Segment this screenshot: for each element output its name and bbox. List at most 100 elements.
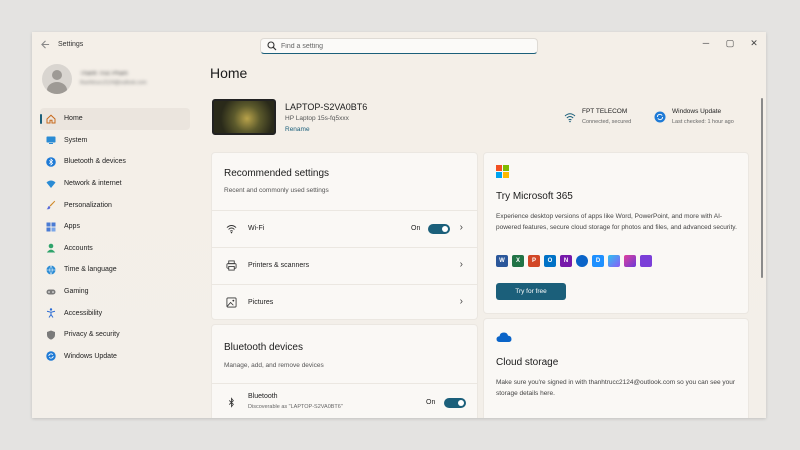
- brush-icon: [46, 200, 56, 210]
- device-wallpaper-thumbnail: [212, 99, 276, 135]
- sidebar-item-privacy[interactable]: Privacy & security: [40, 324, 190, 346]
- row-label: Printers & scanners: [248, 262, 310, 269]
- sidebar-item-gaming[interactable]: Gaming: [40, 281, 190, 303]
- home-icon: [46, 114, 56, 124]
- card-title: Bluetooth devices: [224, 342, 303, 353]
- sidebar-item-apps[interactable]: Apps: [40, 216, 190, 238]
- sidebar-item-time-language[interactable]: Time & language: [40, 259, 190, 281]
- bluetooth-row[interactable]: Bluetooth Discoverable as "LAPTOP-S2VA0B…: [212, 383, 477, 418]
- card-title: Cloud storage: [496, 357, 559, 368]
- pictures-icon: [226, 297, 237, 308]
- pictures-row[interactable]: Pictures ›: [212, 284, 477, 320]
- globe-icon: [46, 265, 56, 275]
- sidebar-item-network[interactable]: Network & internet: [40, 173, 190, 195]
- sidebar-nav: Home System Bluetooth & devices Network …: [40, 108, 192, 367]
- wifi-row[interactable]: Wi-Fi On ›: [212, 210, 477, 246]
- sidebar-item-label: Windows Update: [64, 352, 117, 360]
- defender-icon: D: [592, 255, 604, 267]
- network-name: FPT TELECOM: [582, 108, 628, 115]
- printers-row[interactable]: Printers & scanners ›: [212, 247, 477, 283]
- designer-icon: [624, 255, 636, 267]
- sidebar-item-label: System: [64, 136, 88, 144]
- apps-icon: [46, 222, 56, 232]
- sidebar-item-system[interactable]: System: [40, 130, 190, 152]
- back-arrow-icon: [40, 40, 49, 49]
- wifi-toggle[interactable]: [428, 224, 450, 234]
- bluetooth-icon: [46, 157, 56, 167]
- cloud-storage-card: Cloud storage Make sure you're signed in…: [483, 318, 749, 418]
- scrollbar[interactable]: [761, 98, 763, 278]
- sidebar-item-bluetooth[interactable]: Bluetooth & devices: [40, 151, 190, 173]
- row-label: Wi-Fi: [248, 225, 265, 232]
- minimize-button[interactable]: ─: [696, 36, 716, 50]
- excel-icon: X: [512, 255, 524, 267]
- wifi-icon: [226, 225, 237, 234]
- loop-icon: [640, 255, 652, 267]
- card-subtitle: Manage, add, and remove devices: [224, 362, 324, 369]
- sidebar-item-personalization[interactable]: Personalization: [40, 194, 190, 216]
- sidebar-item-accessibility[interactable]: Accessibility: [40, 302, 190, 324]
- microsoft-365-card: Try Microsoft 365 Experience desktop ver…: [483, 152, 749, 314]
- profile-email: thanhtrucc2124@outlook.com: [80, 80, 147, 86]
- printer-icon: [226, 260, 237, 271]
- gamepad-icon: [46, 289, 56, 295]
- sidebar-item-windows-update[interactable]: Windows Update: [40, 346, 190, 368]
- microsoft-logo-icon: [496, 165, 509, 178]
- device-name: LAPTOP-S2VA0BT6: [285, 102, 368, 112]
- sidebar-item-label: Network & internet: [64, 180, 122, 188]
- row-label: Pictures: [248, 299, 274, 306]
- onedrive-icon: [576, 255, 588, 267]
- sidebar-item-label: Apps: [64, 223, 80, 231]
- back-button[interactable]: [38, 39, 52, 53]
- app-title: Settings: [58, 41, 84, 48]
- try-for-free-button[interactable]: Try for free: [496, 283, 566, 300]
- cloud-description: Make sure you're signed in with thanhtru…: [496, 379, 736, 397]
- accessibility-icon: [46, 308, 56, 318]
- sidebar-item-label: Personalization: [64, 201, 112, 209]
- title-bar: Settings ─ ▢ ✕: [32, 32, 766, 60]
- maximize-button[interactable]: ▢: [720, 36, 740, 50]
- bluetooth-devices-card: Bluetooth devices Manage, add, and remov…: [211, 324, 478, 418]
- device-model: HP Laptop 15s-fq5xxx: [285, 115, 349, 122]
- network-status-text: Connected, secured: [582, 119, 632, 125]
- rename-link[interactable]: Rename: [285, 126, 310, 133]
- system-icon: [46, 136, 56, 145]
- card-title: Try Microsoft 365: [496, 191, 573, 202]
- toggle-state: On: [411, 225, 421, 232]
- user-profile[interactable]: Thanh Truc Pham thanhtrucc2124@outlook.c…: [40, 64, 220, 104]
- m365-description: Experience desktop versions of apps like…: [496, 213, 737, 231]
- search-box[interactable]: [260, 38, 538, 54]
- update-last-checked: Last checked: 1 hour ago: [672, 119, 734, 125]
- bluetooth-toggle[interactable]: [444, 398, 466, 408]
- sidebar-item-home[interactable]: Home: [40, 108, 190, 130]
- toggle-state: On: [426, 399, 436, 406]
- network-icon: [46, 180, 56, 188]
- update-title: Windows Update: [672, 108, 722, 115]
- sidebar-item-label: Gaming: [64, 288, 89, 296]
- outlook-icon: O: [544, 255, 556, 267]
- cloud-icon: [496, 332, 512, 342]
- row-label: Bluetooth: [248, 393, 278, 400]
- powerpoint-icon: P: [528, 255, 540, 267]
- sidebar-item-label: Accessibility: [64, 309, 103, 317]
- chevron-right-icon: ›: [459, 296, 463, 307]
- sidebar-item-accounts[interactable]: Accounts: [40, 238, 190, 260]
- bluetooth-discoverable-text: Discoverable as "LAPTOP-S2VA0BT6": [248, 404, 343, 410]
- sidebar-item-label: Bluetooth & devices: [64, 158, 126, 166]
- sidebar-item-label: Time & language: [64, 266, 117, 274]
- windows-update-status[interactable]: Windows Update Last checked: 1 hour ago: [654, 108, 754, 130]
- close-button[interactable]: ✕: [744, 36, 764, 50]
- shield-icon: [47, 330, 55, 340]
- avatar: [42, 64, 72, 94]
- card-subtitle: Recent and commonly used settings: [224, 187, 329, 194]
- bluetooth-icon: [228, 397, 234, 408]
- chevron-right-icon: ›: [459, 259, 463, 270]
- recommended-settings-card: Recommended settings Recent and commonly…: [211, 152, 478, 320]
- sidebar-item-label: Privacy & security: [64, 331, 120, 339]
- profile-name: Thanh Truc Pham: [80, 71, 128, 77]
- wifi-icon: [564, 113, 576, 123]
- clipchamp-icon: [608, 255, 620, 267]
- network-status[interactable]: FPT TELECOM Connected, secured: [564, 108, 654, 130]
- search-icon: [267, 41, 277, 51]
- search-input[interactable]: [281, 40, 531, 52]
